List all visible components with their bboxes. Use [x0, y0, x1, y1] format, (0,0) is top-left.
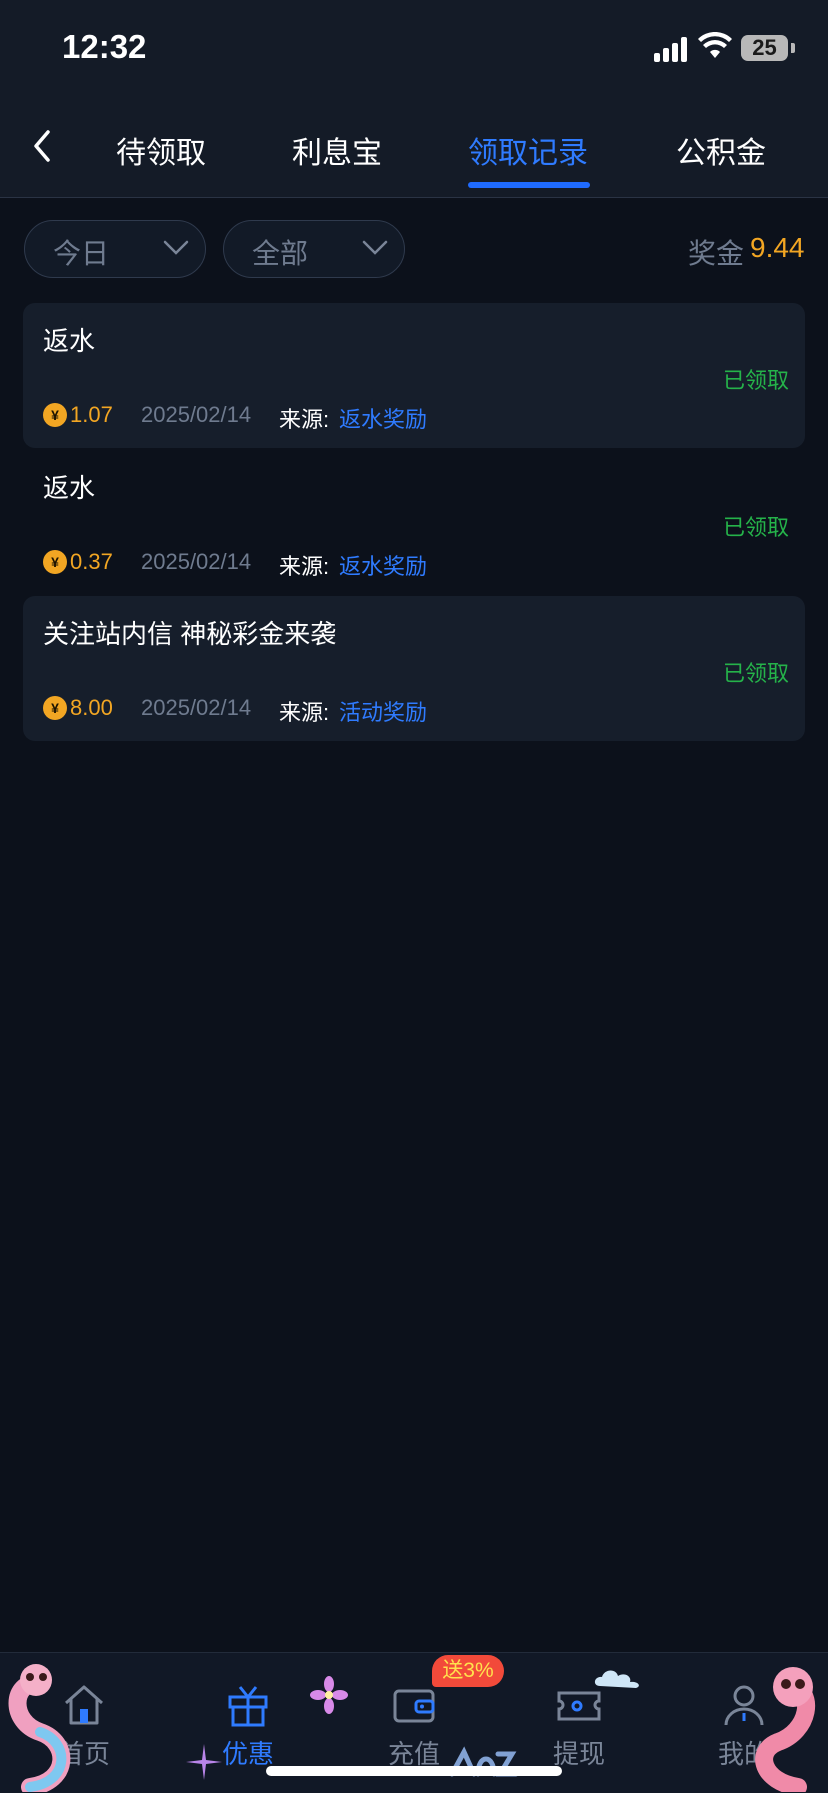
snake-mascot-right-icon: [755, 1667, 815, 1792]
record-date: 2025/02/14: [141, 695, 252, 720]
record-source: 活动奖励: [339, 700, 428, 725]
bonus-label: 奖金: [688, 238, 745, 269]
record-amount: 1.07: [70, 402, 113, 427]
chevron-down-icon: [163, 240, 189, 255]
wallet-icon: [393, 1689, 435, 1723]
record-amount: 8.00: [70, 695, 113, 720]
record-status: 已领取: [722, 515, 789, 540]
record-card: 返水 已领取 ¥ 1.07 2025/02/14 来源: 返水奖励: [23, 303, 805, 448]
record-card: 关注站内信 神秘彩金来袭 已领取 ¥ 8.00 2025/02/14 来源: 活…: [23, 596, 805, 741]
record-card: 返水 已领取 ¥ 0.37 2025/02/14 来源: 返水奖励: [23, 450, 805, 595]
type-filter-dropdown[interactable]: 全部: [223, 220, 405, 278]
chevron-down-icon: [362, 240, 388, 255]
status-time: 12:32: [62, 28, 147, 65]
record-date: 2025/02/14: [141, 402, 252, 427]
record-title: 返水: [43, 326, 96, 356]
cloud-icon: [594, 1670, 639, 1688]
bonus-total: 9.44: [750, 232, 805, 263]
record-date: 2025/02/14: [141, 549, 252, 574]
active-tab-indicator: [468, 182, 590, 188]
deposit-promo-badge: 送3%: [432, 1655, 504, 1687]
back-button[interactable]: [24, 126, 60, 166]
battery-icon: 25: [741, 35, 788, 61]
type-filter-label: 全部: [252, 238, 309, 269]
record-title: 关注站内信 神秘彩金来袭: [43, 619, 337, 649]
cellular-signal-icon: [654, 36, 688, 62]
coin-icon: ¥: [43, 696, 67, 720]
record-amount: 0.37: [70, 549, 113, 574]
battery-tip: [791, 43, 795, 53]
snake-mascot-left-icon: [8, 1664, 71, 1792]
tab-pending[interactable]: 待领取: [116, 128, 206, 172]
coin-icon: ¥: [43, 550, 67, 574]
tab-claim-records[interactable]: 领取记录: [468, 128, 588, 172]
record-status: 已领取: [722, 368, 789, 393]
header: 12:32 25 待领取 利息宝 领取记录 公积金: [0, 0, 828, 198]
coin-icon: ¥: [43, 403, 67, 427]
record-source-label: 来源:: [279, 700, 330, 725]
record-source-label: 来源:: [279, 554, 330, 579]
sparkle-icon: [186, 1744, 222, 1780]
record-status: 已领取: [722, 661, 789, 686]
record-source: 返水奖励: [339, 554, 428, 579]
tab-interest[interactable]: 利息宝: [292, 128, 382, 172]
tab-provident-fund[interactable]: 公积金: [676, 128, 766, 172]
date-filter-dropdown[interactable]: 今日: [24, 220, 206, 278]
date-filter-label: 今日: [53, 238, 110, 269]
record-source-label: 来源:: [279, 407, 330, 432]
record-source: 返水奖励: [339, 407, 428, 432]
wifi-icon: [698, 32, 732, 58]
record-title: 返水: [43, 473, 96, 503]
home-indicator[interactable]: [266, 1766, 562, 1776]
flower-icon: [310, 1676, 348, 1714]
gift-icon: [228, 1686, 268, 1727]
